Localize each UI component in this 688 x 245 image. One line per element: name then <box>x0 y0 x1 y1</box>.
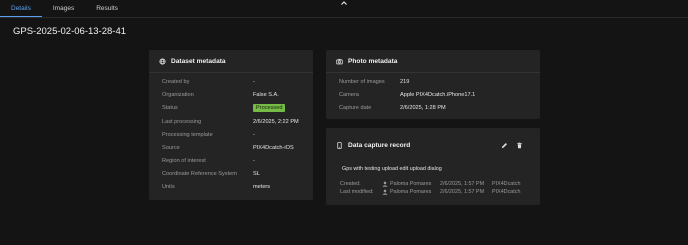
chevron-up-icon[interactable] <box>340 0 348 7</box>
label-processing-template: Processing template <box>162 132 213 138</box>
created-date: 2/6/2025, 1:57 PM <box>440 181 485 187</box>
modified-user: Paloma Pomares <box>390 189 432 195</box>
data-capture-card: Data capture record Gps with testing upl… <box>326 128 540 205</box>
photo-metadata-title: Photo metadata <box>348 57 398 65</box>
label-camera: Camera <box>339 92 359 98</box>
label-units: Units <box>162 184 175 190</box>
modified-label: Last modified: <box>340 189 374 195</box>
data-capture-header: Data capture record <box>336 134 410 156</box>
status-badge: Processed <box>253 104 286 112</box>
created-app: PIX4Dcatch <box>492 181 521 187</box>
label-last-processing: Last processing <box>162 119 202 125</box>
label-source: Source <box>162 145 180 151</box>
label-region-of-interest: Region of interest <box>162 158 206 164</box>
user-icon <box>382 189 388 195</box>
value-processing-template: - <box>253 132 255 138</box>
phone-icon <box>337 141 342 149</box>
dataset-metadata-card: Dataset metadata Created by - Organizati… <box>149 50 313 200</box>
value-units: meters <box>253 184 271 190</box>
label-created-by: Created by <box>162 79 190 85</box>
label-crs: Coordinate Reference System <box>162 171 237 177</box>
label-status: Status <box>162 105 178 111</box>
dataset-icon <box>159 57 166 65</box>
data-capture-title: Data capture record <box>348 141 411 149</box>
dataset-metadata-header: Dataset metadata <box>159 50 226 72</box>
tab-images[interactable]: Images <box>42 0 85 17</box>
tab-results[interactable]: Results <box>85 0 129 17</box>
value-crs: SL <box>253 171 260 177</box>
card-divider <box>326 72 540 73</box>
photo-metadata-header: Photo metadata <box>336 50 397 72</box>
card-divider <box>149 72 313 73</box>
label-capture-date: Capture date <box>339 105 372 111</box>
tab-divider <box>0 17 688 18</box>
value-camera: Apple PIX4Dcatch.iPhone17.1 <box>400 92 476 98</box>
tab-details[interactable]: Details <box>0 0 42 17</box>
photo-metadata-card: Photo metadata Number of images 219 Came… <box>326 50 540 119</box>
value-last-processing: 2/6/2025, 2:22 PM <box>253 119 299 125</box>
value-source: PIX4Dcatch-iOS <box>253 145 294 151</box>
label-organization: Organization <box>162 92 194 98</box>
tab-bar: Details Images Results <box>0 0 129 17</box>
created-user: Paloma Pomares <box>390 181 432 187</box>
value-created-by: - <box>253 79 255 85</box>
camera-icon <box>336 58 343 64</box>
value-organization: False S.A. <box>253 92 279 98</box>
modified-app: PIX4Dcatch <box>492 189 521 195</box>
created-label: Created: <box>340 181 361 187</box>
trash-icon[interactable] <box>516 142 523 149</box>
page-title: GPS-2025-02-06-13-28-41 <box>13 26 127 37</box>
user-icon <box>382 181 388 187</box>
label-number-of-images: Number of images <box>339 79 385 85</box>
value-capture-date: 2/6/2025, 1:28 PM <box>400 105 446 111</box>
modified-date: 2/6/2025, 1:57 PM <box>440 189 485 195</box>
value-region-of-interest: - <box>253 158 255 164</box>
status-value: Processed <box>253 104 286 112</box>
capture-description: Gps with testing upload edit upload dial… <box>342 166 442 172</box>
pencil-icon[interactable] <box>501 142 508 149</box>
value-number-of-images: 219 <box>400 79 410 85</box>
dataset-metadata-title: Dataset metadata <box>171 57 226 65</box>
